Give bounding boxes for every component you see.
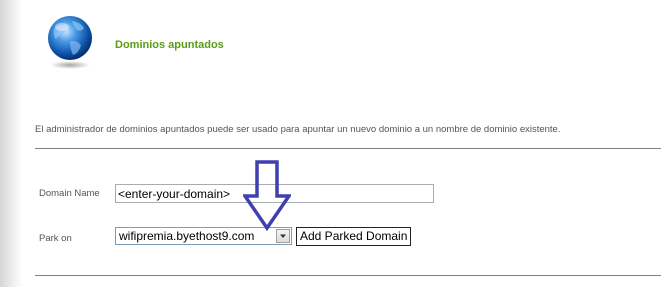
down-arrow-icon bbox=[243, 160, 291, 232]
left-edge-shade bbox=[0, 0, 22, 287]
add-parked-domain-button[interactable]: Add Parked Domain bbox=[296, 227, 412, 246]
divider-top bbox=[35, 148, 661, 149]
globe-icon bbox=[48, 16, 92, 69]
domain-name-label: Domain Name bbox=[39, 188, 100, 199]
page-description: El administrador de dominios apuntados p… bbox=[35, 124, 561, 135]
page-title: Dominios apuntados bbox=[115, 39, 224, 51]
park-on-selected-value: wifipremia.byethost9.com bbox=[119, 229, 255, 243]
divider-bottom bbox=[35, 275, 661, 276]
park-on-label: Park on bbox=[39, 233, 72, 244]
